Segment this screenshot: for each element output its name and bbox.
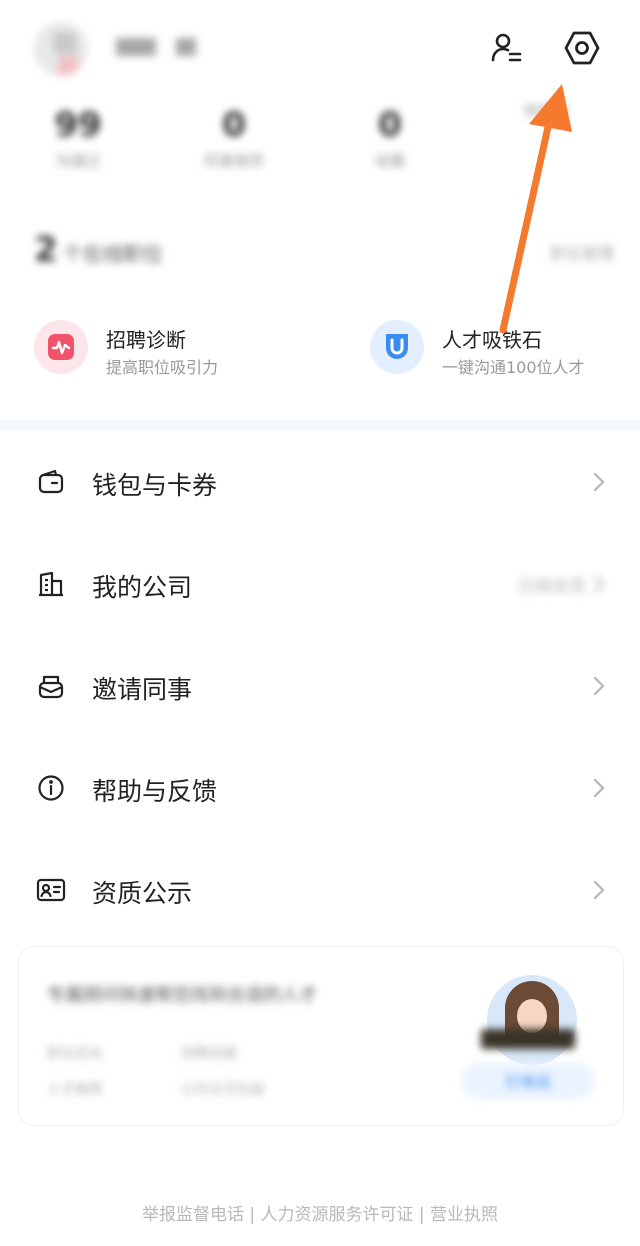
feature-subtitle: 提高职位吸引力 — [106, 358, 219, 377]
menu-label: 邀请同事 — [92, 675, 193, 704]
chevron-right-icon — [593, 574, 605, 594]
section-divider — [0, 420, 640, 430]
magnet-icon — [370, 320, 424, 374]
stat-value: 99 — [54, 105, 102, 145]
feature-talent-magnet[interactable]: 人才吸铁石 一键沟通100位人才 — [370, 316, 640, 377]
stat-colleague-recommend[interactable]: 0 同事推荐 — [156, 100, 312, 190]
stat-value: 0 — [222, 105, 246, 145]
consultant-avatar — [487, 975, 577, 1065]
positions-count: 2 — [34, 230, 58, 270]
id-card-icon — [36, 875, 66, 905]
online-positions-row[interactable]: 2 个在线职位 职位管理 — [34, 230, 614, 270]
stat-value: 0 — [378, 105, 402, 145]
menu-status: 已续会员 — [518, 577, 586, 597]
chevron-right-icon — [593, 778, 605, 798]
footer-links[interactable]: 举报监督电话 | 人力资源服务许可证 | 营业执照 — [0, 1200, 640, 1225]
menu-item-qualification[interactable]: 资质公示 — [0, 840, 640, 940]
consultant-tag: 公司主页包装 — [181, 1082, 265, 1098]
call-button[interactable]: 打电话 — [461, 1063, 595, 1099]
stat-interview[interactable]: 待面试 — [468, 100, 624, 190]
positions-label: 个在线职位 — [62, 242, 163, 266]
chevron-right-icon — [593, 880, 605, 900]
profile-header — [0, 0, 640, 100]
consultant-name-bar — [481, 1029, 575, 1049]
menu-item-help-feedback[interactable]: 帮助与反馈 — [0, 738, 640, 838]
menu-label: 钱包与卡券 — [92, 471, 218, 500]
menu-label: 资质公示 — [92, 879, 193, 908]
settings-gear-icon[interactable] — [562, 28, 602, 68]
menu-label: 我的公司 — [92, 573, 193, 602]
stat-label: 同事推荐 — [203, 152, 264, 170]
menu-item-wallet[interactable]: 钱包与卡券 — [0, 432, 640, 532]
avatar-face — [517, 999, 547, 1033]
stat-favorites[interactable]: 0 收藏 — [312, 100, 468, 190]
menu-item-my-company[interactable]: 我的公司 已续会员 — [0, 534, 640, 634]
pulse-icon — [34, 320, 88, 374]
consultant-card[interactable]: 专属顾问快速帮您找到合适的人才 职位优化 招聘进展 人才推荐 公司主页包装 打电… — [18, 946, 624, 1126]
info-icon — [36, 773, 66, 803]
consultant-tag: 招聘进展 — [181, 1046, 237, 1062]
feature-title: 人才吸铁石 — [442, 328, 542, 352]
avatar-pixel — [54, 32, 76, 54]
user-name-redacted — [176, 38, 196, 56]
menu-item-invite-colleague[interactable]: 邀请同事 — [0, 636, 640, 736]
user-list-icon[interactable] — [486, 28, 526, 68]
chevron-right-icon — [593, 676, 605, 696]
user-name-redacted — [116, 38, 156, 56]
consultant-tag: 职位优化 — [47, 1046, 103, 1062]
feature-subtitle: 一键沟通100位人才 — [442, 358, 585, 377]
chevron-right-icon — [593, 472, 605, 492]
consultant-tag: 人才推荐 — [47, 1082, 103, 1098]
menu-label: 帮助与反馈 — [92, 777, 218, 806]
stat-communicated[interactable]: 99 沟通过 — [0, 100, 156, 190]
stat-label: 收藏 — [374, 152, 405, 170]
stat-label: 沟通过 — [55, 152, 101, 170]
feature-title: 招聘诊断 — [106, 328, 186, 352]
mail-icon — [36, 671, 66, 701]
wallet-icon — [36, 467, 66, 497]
positions-manage-link[interactable]: 职位管理 — [550, 240, 614, 264]
consultant-title: 专属顾问快速帮您找到合适的人才 — [47, 985, 317, 1006]
feature-recruit-diagnosis[interactable]: 招聘诊断 提高职位吸引力 — [34, 316, 314, 377]
stats-row: 99 沟通过 0 同事推荐 0 收藏 待面试 — [0, 100, 640, 190]
building-icon — [36, 569, 66, 599]
stat-label: 待面试 — [523, 102, 569, 120]
avatar-pixel — [58, 56, 78, 76]
avatar[interactable] — [34, 22, 88, 76]
